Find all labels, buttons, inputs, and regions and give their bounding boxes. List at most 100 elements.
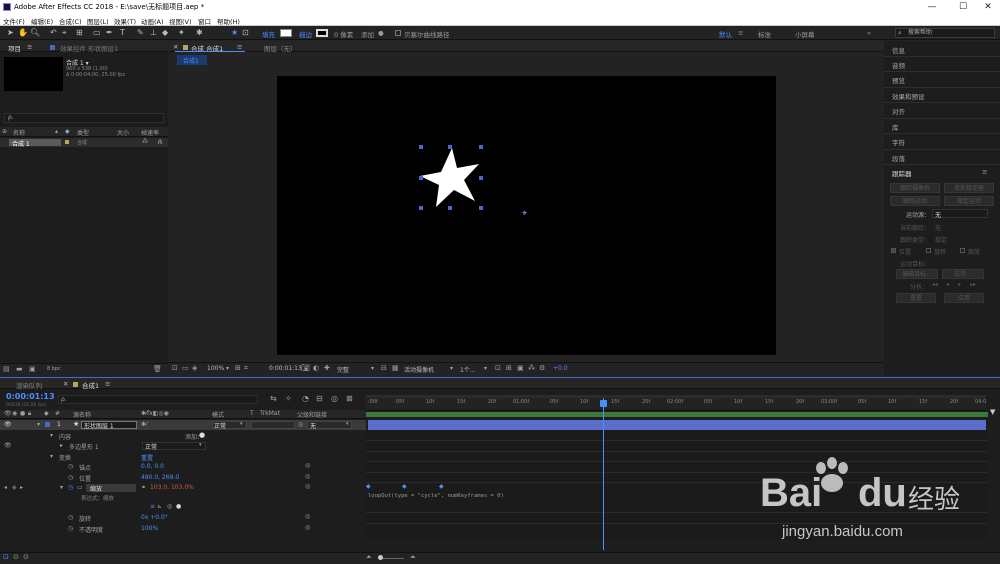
add-property-icon[interactable]: ●: [199, 431, 205, 439]
info-panel[interactable]: 信息: [892, 45, 905, 55]
analyze-back-one-icon[interactable]: ◂: [946, 281, 949, 288]
project-search-input[interactable]: [4, 113, 164, 123]
draft-3d-icon[interactable]: ✧: [285, 394, 292, 403]
shape-tool-icon[interactable]: ▭: [93, 28, 101, 38]
add-circle-icon[interactable]: ●: [378, 29, 384, 37]
col-fps[interactable]: 帧速率: [141, 128, 159, 137]
toggle-pixel-icon[interactable]: ⊡: [495, 364, 501, 372]
polystar-mode-dropdown-icon[interactable]: ▾: [199, 442, 202, 448]
col-type[interactable]: 类型: [77, 128, 89, 137]
menu-layer[interactable]: 图层(L): [87, 16, 109, 26]
zoom-select[interactable]: 100%: [207, 365, 224, 372]
zoom-tool-icon[interactable]: 🔍︎: [30, 28, 40, 38]
anchor-point-icon[interactable]: ⌖: [522, 209, 527, 219]
position-pickwhip-icon[interactable]: ◎: [305, 473, 310, 480]
polystar-visibility-icon[interactable]: 👁︎: [4, 442, 12, 449]
polystar-label[interactable]: 多边星形 1: [69, 442, 99, 451]
menu-help[interactable]: 帮助(H): [217, 16, 240, 26]
flowchart-view-icon[interactable]: ⁂: [528, 364, 535, 372]
playhead-line[interactable]: [603, 398, 604, 550]
fast-preview-icon[interactable]: ⊞: [506, 364, 512, 372]
selection-tool-icon[interactable]: ➤: [7, 28, 14, 38]
scale-value[interactable]: 103.0, 103.0%: [150, 484, 194, 491]
bounding-handle[interactable]: [419, 176, 423, 180]
exposure-value[interactable]: +0.0: [553, 365, 568, 372]
reset-button[interactable]: 重置: [896, 293, 936, 303]
zoom-slider-knob[interactable]: [378, 555, 383, 560]
new-comp-icon[interactable]: ▣: [29, 365, 36, 373]
roi-icon[interactable]: ⊟: [381, 364, 387, 372]
grid-icon[interactable]: ⊞: [235, 364, 241, 372]
keyframe-nav-prev-icon[interactable]: ◂: [4, 484, 7, 491]
new-folder-icon[interactable]: ▬: [16, 365, 23, 373]
current-track-value[interactable]: 无: [935, 223, 941, 232]
hierarchy-icon[interactable]: ⋔: [157, 138, 163, 146]
playhead-handle[interactable]: [600, 400, 607, 407]
timeline-search-input[interactable]: [58, 395, 258, 404]
add-menu[interactable]: 添加: [361, 29, 374, 39]
apply-button[interactable]: 应用: [944, 293, 984, 303]
resolution-select[interactable]: 完整: [337, 365, 349, 374]
col-size[interactable]: 大小: [117, 128, 129, 137]
roto-tool-icon[interactable]: ✦: [178, 28, 185, 38]
position-stopwatch-icon[interactable]: ◷: [68, 474, 73, 481]
keyframe-nav-add-icon[interactable]: ◆: [12, 484, 17, 491]
comp-mini-flowchart-icon[interactable]: ⇆: [270, 394, 277, 403]
mask-visibility-icon[interactable]: ◈: [192, 364, 197, 372]
timeline-close-icon[interactable]: ✕: [63, 380, 68, 388]
scale-stopwatch-icon[interactable]: ◷: [68, 484, 73, 491]
in-out-toggle-icon[interactable]: ⊙: [23, 553, 29, 561]
mask-toggle-icon[interactable]: ⊡: [242, 28, 249, 38]
bit-depth[interactable]: 8 bpc: [47, 366, 61, 372]
text-tool-icon[interactable]: T: [120, 28, 125, 38]
expression-enable-icon[interactable]: ≡: [150, 503, 155, 510]
clone-tool-icon[interactable]: ⊥: [150, 28, 157, 38]
timeline-icon[interactable]: ▣: [517, 364, 524, 372]
track-type-value[interactable]: 稳定: [935, 235, 947, 244]
zoom-in-icon[interactable]: ⏶: [410, 553, 416, 562]
bezier-checkbox[interactable]: [395, 30, 401, 36]
expression-language-icon[interactable]: ●: [176, 503, 181, 510]
pen-tool-icon[interactable]: ✒: [106, 28, 113, 38]
analyze-back-icon[interactable]: ◂◂: [932, 281, 938, 288]
options-button[interactable]: 选项...: [942, 269, 984, 279]
comp-panel-close-icon[interactable]: ✕: [173, 43, 178, 51]
anchor-stopwatch-icon[interactable]: ◷: [68, 463, 73, 470]
menu-composition[interactable]: 合成(C): [59, 16, 82, 26]
pickwhip-icon[interactable]: ◎: [298, 421, 303, 428]
motion-blur-icon[interactable]: ◎: [331, 394, 338, 403]
zoom-out-icon[interactable]: ⏶: [366, 553, 372, 562]
stabilize-motion-button[interactable]: 稳定运动: [944, 196, 994, 206]
stroke-swatch[interactable]: [316, 29, 328, 37]
trkmat-col[interactable]: TrkMat: [260, 410, 280, 417]
menu-effect[interactable]: 效果(T): [114, 16, 136, 26]
keyframe-diamond[interactable]: ◆: [402, 483, 407, 490]
menu-animation[interactable]: 动画(A): [141, 16, 164, 26]
bounding-handle[interactable]: [448, 206, 452, 210]
delete-icon[interactable]: 🗑︎: [153, 365, 162, 373]
keyframe-diamond[interactable]: ◆: [439, 483, 444, 490]
snapshot-icon[interactable]: 📷︎: [301, 364, 310, 372]
transform-reset[interactable]: 重置: [141, 453, 153, 462]
flowchart-icon[interactable]: ⁂: [142, 138, 148, 145]
scale-expand-icon[interactable]: ▾: [60, 484, 63, 491]
safe-zone-icon[interactable]: ⌗: [244, 364, 248, 373]
comp-tab-menu[interactable]: ≡: [237, 43, 242, 51]
tracker-panel-title[interactable]: 跟踪器: [892, 168, 912, 178]
hand-tool-icon[interactable]: ✋: [18, 28, 28, 38]
graph-editor-icon[interactable]: ⊠: [346, 394, 353, 403]
close-button[interactable]: ✕: [978, 1, 998, 13]
trkmat-select[interactable]: [251, 421, 295, 429]
puppet-tool-icon[interactable]: ✱: [196, 28, 203, 38]
mode-dropdown-icon[interactable]: ▾: [240, 421, 243, 427]
anchor-pickwhip-icon[interactable]: ◎: [305, 462, 310, 469]
stroke-label[interactable]: 描边: [299, 29, 312, 39]
monitor-icon[interactable]: ▭: [182, 364, 189, 372]
workspace-default[interactable]: 默认: [719, 29, 732, 39]
project-tab[interactable]: 项目: [8, 43, 21, 53]
camera-dropdown-icon[interactable]: ▾: [450, 365, 453, 372]
bounding-handle[interactable]: [479, 145, 483, 149]
bounding-handle[interactable]: [479, 176, 483, 180]
rotation-value[interactable]: 0x +0.0°: [141, 514, 168, 521]
minimize-button[interactable]: —: [922, 1, 942, 13]
